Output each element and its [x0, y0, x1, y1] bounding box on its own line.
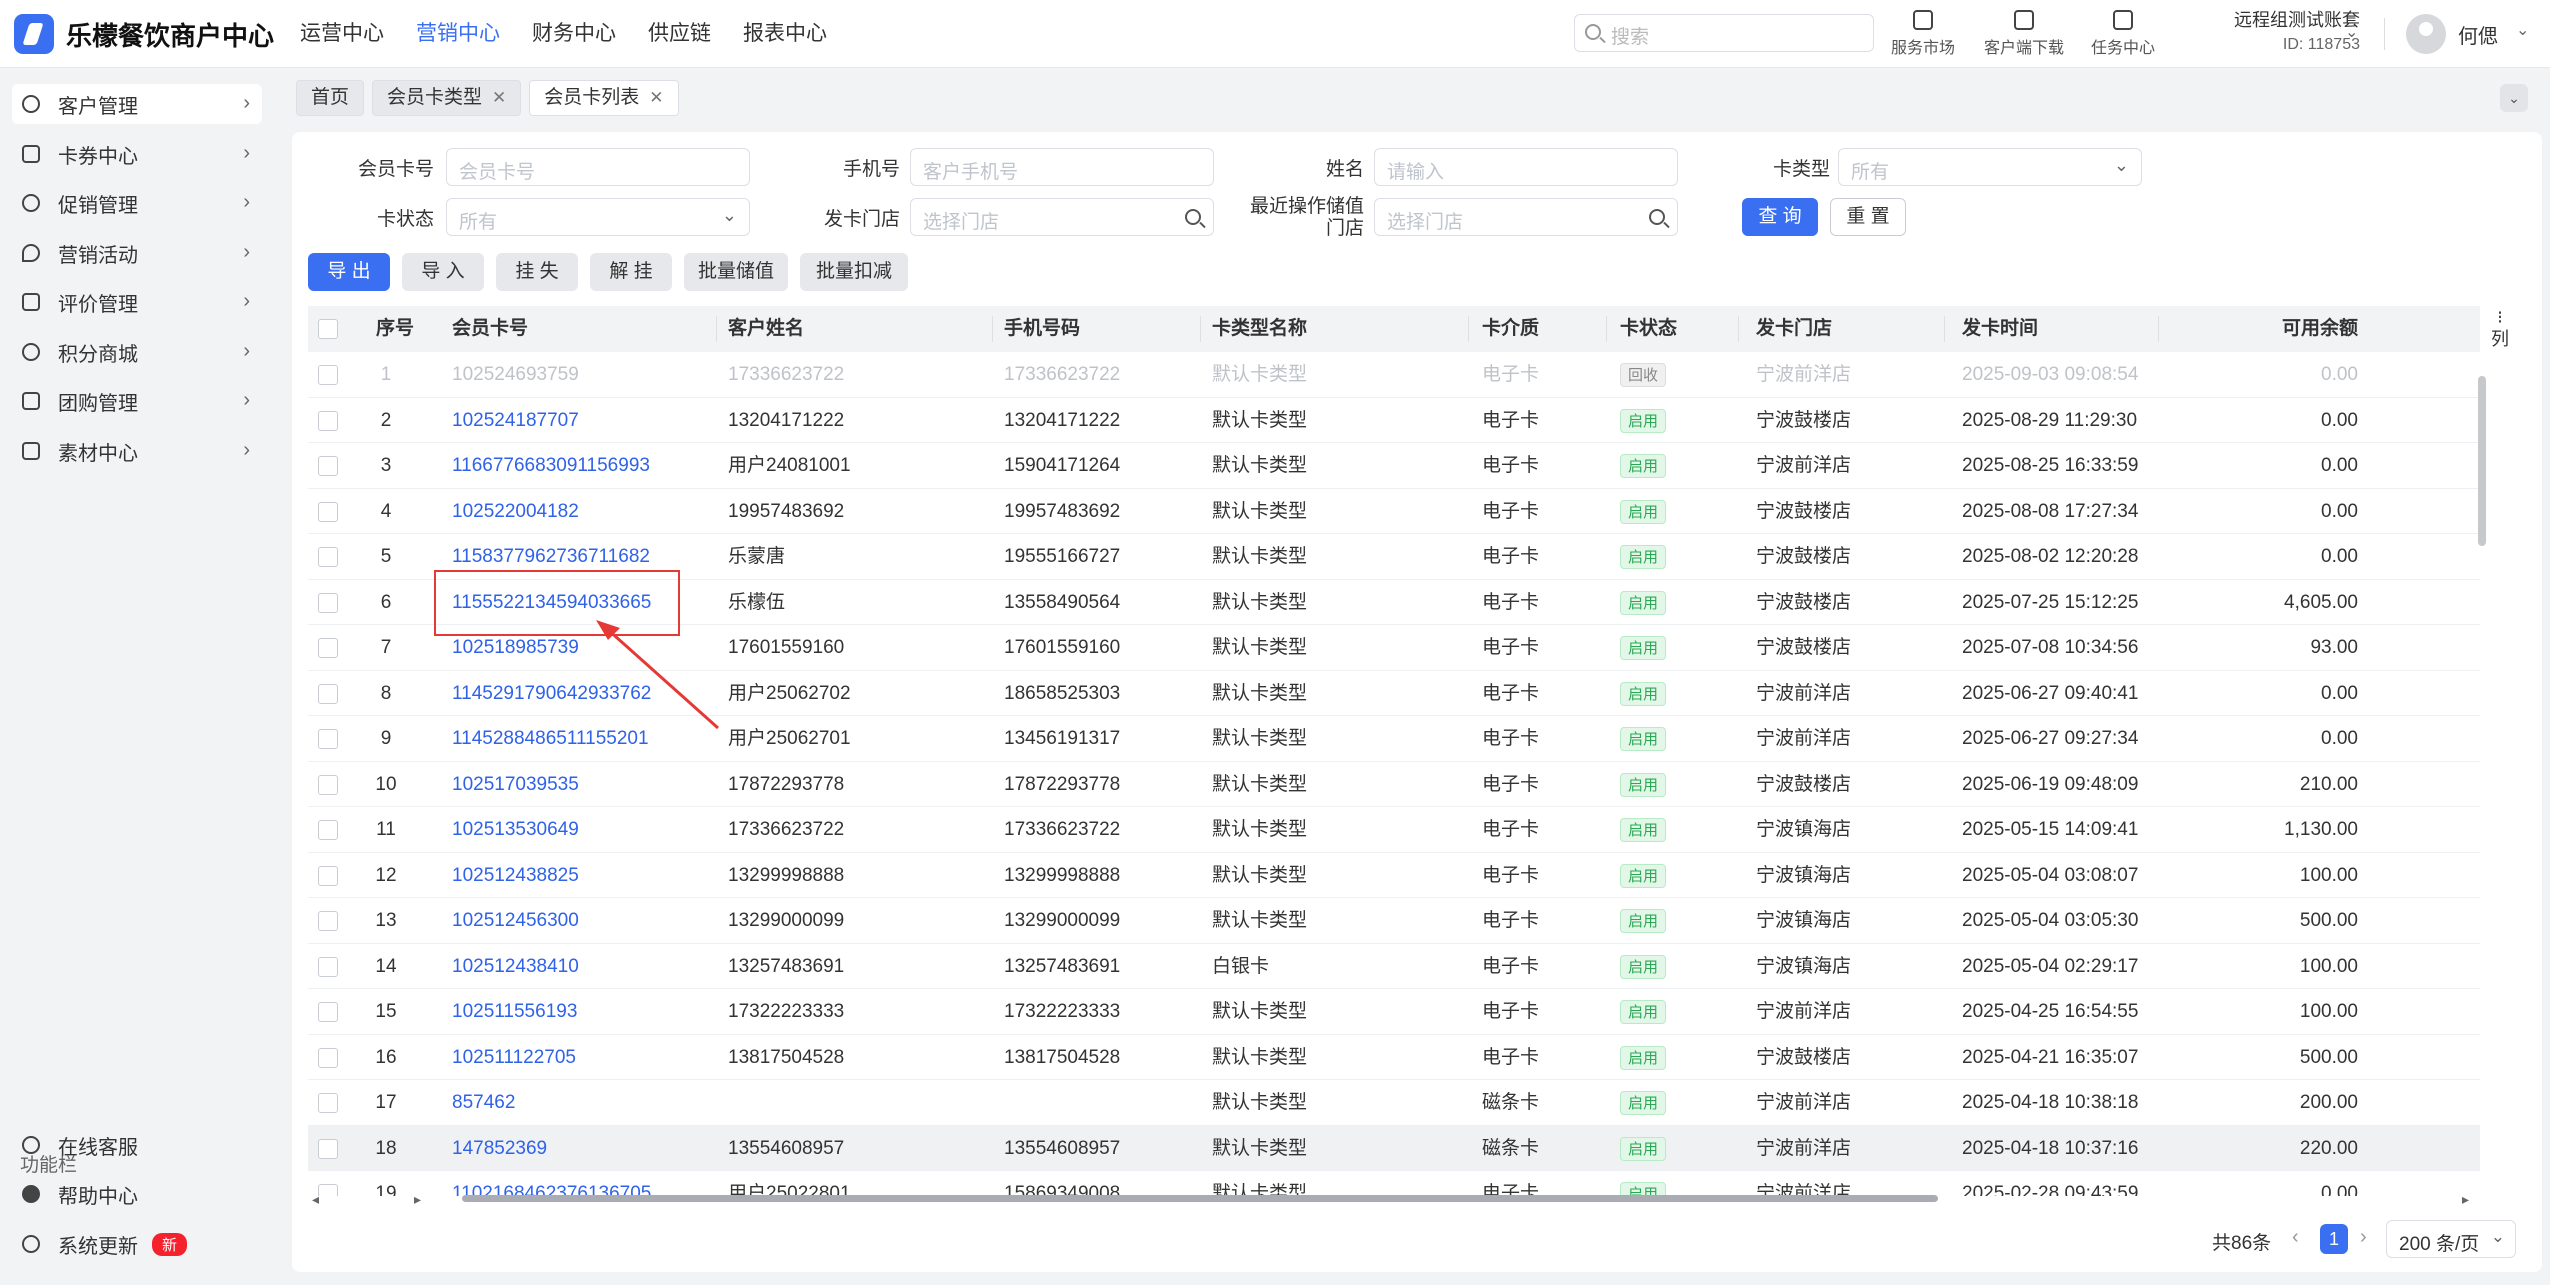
annotation-arrow	[596, 620, 719, 730]
pagination-total: 共86条	[2212, 1233, 2272, 1254]
next-page-icon[interactable]: ›	[2360, 1226, 2367, 1249]
page-size-value: 200 条/页	[2399, 1234, 2480, 1255]
page-button-current[interactable]: 1	[2320, 1224, 2348, 1254]
page-size-select[interactable]: 200 条/页 ⌄	[2386, 1220, 2516, 1258]
chevron-down-icon: ⌄	[2490, 1227, 2505, 1246]
prev-page-icon[interactable]: ‹	[2292, 1226, 2299, 1249]
